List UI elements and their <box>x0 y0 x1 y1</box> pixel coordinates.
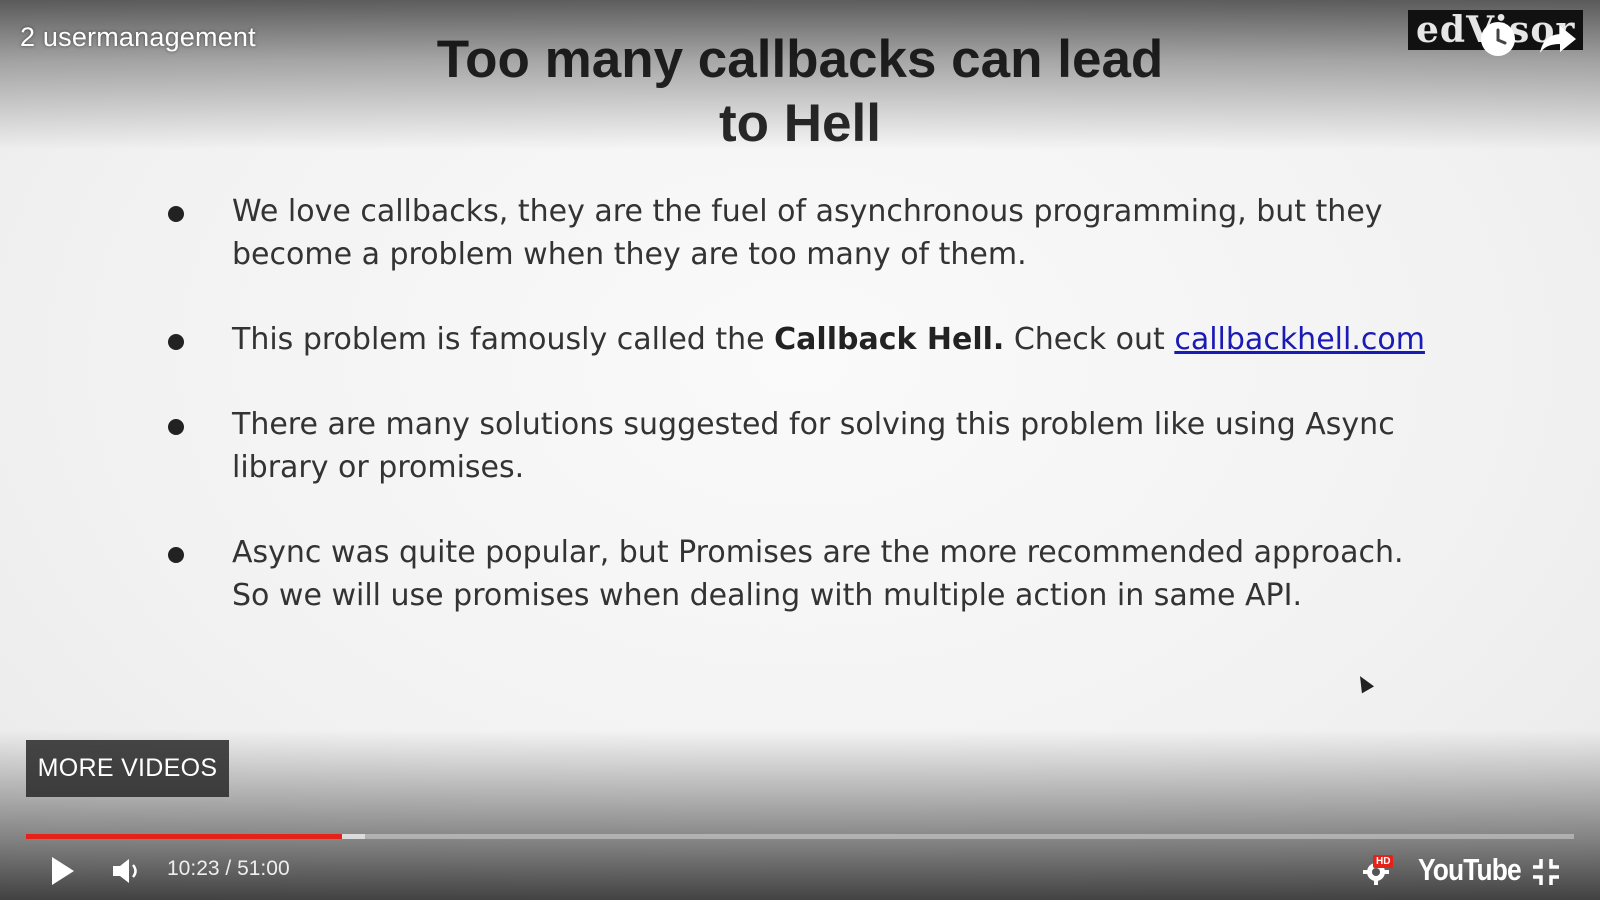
slide-title-line-2: to Hell <box>719 94 881 153</box>
time-current: 10:23 <box>167 857 220 880</box>
time-total: 51:00 <box>237 857 290 880</box>
slide-title: Too many callbacks can lead to Hell <box>350 28 1250 156</box>
slide-bullet-2: This problem is famously called the Call… <box>168 318 1438 361</box>
bullet-2-text-after: Check out <box>1004 322 1175 357</box>
hd-badge: HD <box>1373 855 1394 868</box>
play-icon <box>52 857 74 885</box>
progress-played <box>26 834 342 839</box>
exit-fullscreen-button[interactable] <box>1531 857 1561 887</box>
slide-bullet-1: We love callbacks, they are the fuel of … <box>168 190 1438 276</box>
callbackhell-link: callbackhell.com <box>1174 322 1425 357</box>
bullet-3-text: There are many solutions suggested for s… <box>232 407 1395 485</box>
bullet-dot-icon <box>168 547 184 563</box>
volume-button[interactable] <box>111 856 145 886</box>
share-arrow-icon <box>1540 26 1576 53</box>
bullet-dot-icon <box>168 206 184 222</box>
exit-fullscreen-icon <box>1533 859 1559 885</box>
watch-later-button[interactable] <box>1481 22 1515 56</box>
video-player[interactable]: Too many callbacks can lead to Hell We l… <box>0 0 1600 900</box>
bullet-1-text: We love callbacks, they are the fuel of … <box>232 194 1383 272</box>
share-button[interactable] <box>1538 22 1578 56</box>
play-button[interactable] <box>48 854 78 888</box>
slide-title-line-1: Too many callbacks can lead <box>436 30 1164 89</box>
youtube-logo[interactable]: YouTube <box>1418 852 1522 888</box>
mouse-cursor-icon <box>1353 672 1375 694</box>
slide-bullet-list: We love callbacks, they are the fuel of … <box>168 190 1438 659</box>
bullet-4-text: Async was quite popular, but Promises ar… <box>232 535 1404 613</box>
bullet-dot-icon <box>168 334 184 350</box>
clock-icon <box>1483 24 1513 54</box>
slide-bullet-4: Async was quite popular, but Promises ar… <box>168 531 1438 617</box>
bullet-2-text-before: This problem is famously called the <box>232 322 775 357</box>
time-separator: / <box>219 857 238 880</box>
more-videos-button[interactable]: MORE VIDEOS <box>26 740 229 797</box>
bullet-2-bold: Callback Hell. <box>774 322 1005 357</box>
progress-bar[interactable] <box>26 834 1574 839</box>
slide-bullet-3: There are many solutions suggested for s… <box>168 403 1438 489</box>
video-title[interactable]: 2 usermanagement <box>20 22 256 53</box>
volume-icon <box>113 859 137 883</box>
time-display: 10:23 / 51:00 <box>167 857 290 881</box>
bullet-dot-icon <box>168 419 184 435</box>
